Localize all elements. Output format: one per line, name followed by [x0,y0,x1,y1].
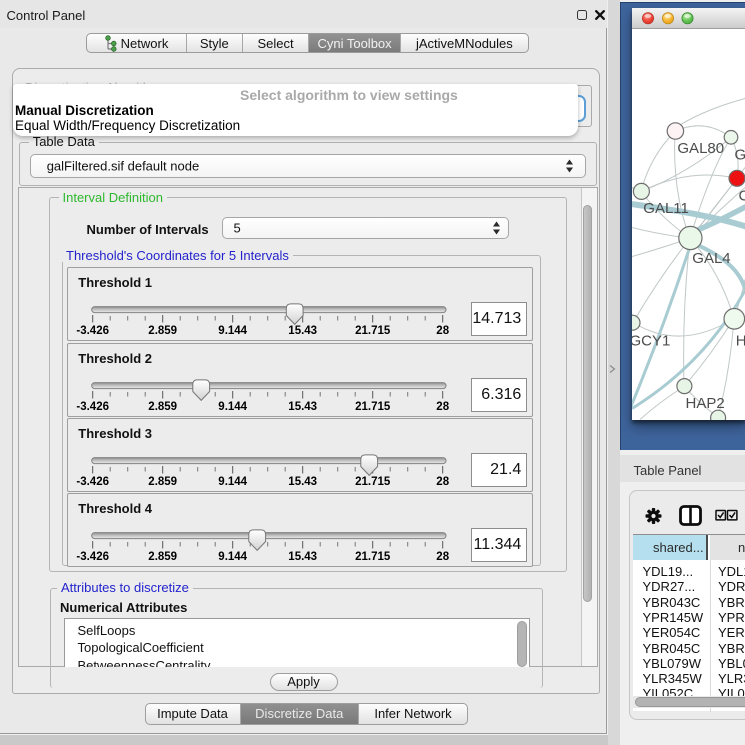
svg-text:-3.426: -3.426 [77,401,110,413]
svg-text:21.715: 21.715 [355,401,391,413]
svg-text:28: 28 [437,325,450,337]
svg-text:15.43: 15.43 [289,401,318,413]
svg-text:GAL4: GAL4 [692,250,730,267]
svg-text:GA: GA [735,147,745,164]
svg-text:CY: CY [739,188,745,205]
svg-text:28: 28 [437,401,450,413]
svg-text:9.144: 9.144 [219,325,248,337]
svg-text:GAL11: GAL11 [643,200,689,217]
svg-text:15.43: 15.43 [289,325,318,337]
svg-text:15.43: 15.43 [289,476,318,488]
svg-text:21.715: 21.715 [355,325,391,337]
svg-text:2.859: 2.859 [149,401,178,413]
svg-text:2.859: 2.859 [149,551,178,563]
svg-text:-3.426: -3.426 [77,551,110,563]
svg-text:21.715: 21.715 [355,551,391,563]
svg-text:9.144: 9.144 [219,476,248,488]
svg-text:15.43: 15.43 [289,551,318,563]
svg-text:9.144: 9.144 [219,551,248,563]
svg-text:-3.426: -3.426 [77,476,110,488]
svg-text:28: 28 [437,476,450,488]
svg-text:-3.426: -3.426 [77,325,110,337]
svg-text:2.859: 2.859 [149,325,178,337]
svg-text:2.859: 2.859 [149,476,178,488]
svg-text:28: 28 [437,551,450,563]
svg-text:GCY1: GCY1 [632,333,670,350]
svg-text:GAL80: GAL80 [677,140,724,157]
svg-text:9.144: 9.144 [219,401,248,413]
svg-text:H: H [736,333,745,350]
svg-text:21.715: 21.715 [355,476,391,488]
svg-text:HAP2: HAP2 [686,395,725,412]
